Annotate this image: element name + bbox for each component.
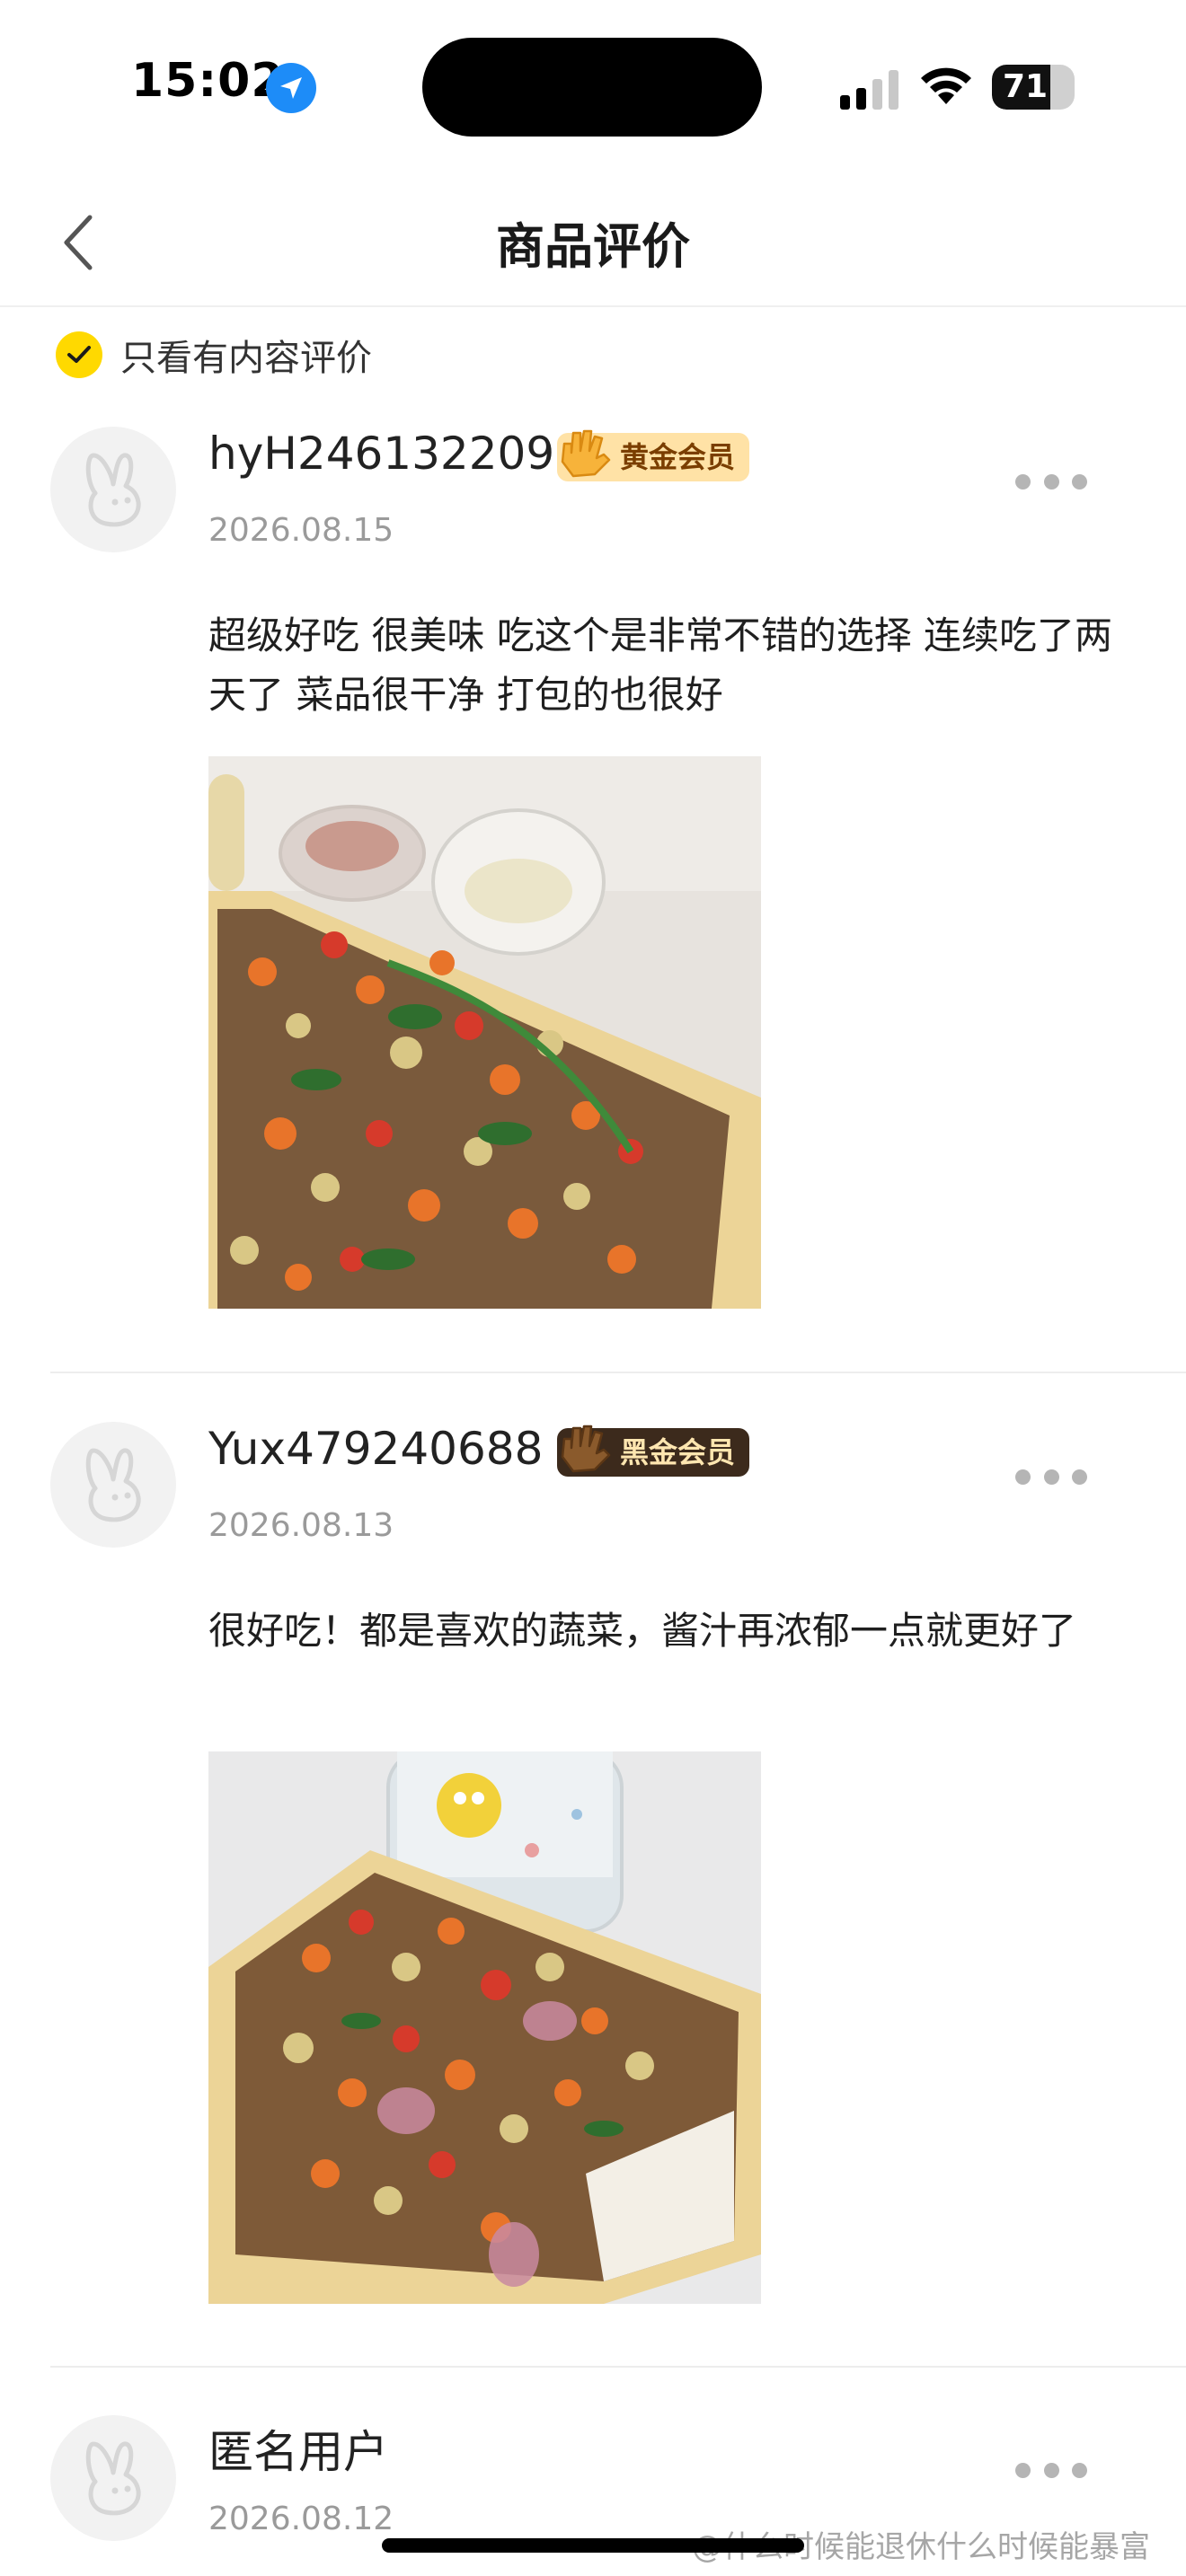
battery-icon: 71 (992, 65, 1075, 110)
status-time: 15:02 (131, 54, 285, 108)
review-photo[interactable] (208, 1751, 761, 2304)
review-date: 2026.08.15 (208, 512, 394, 549)
content-review-filter[interactable]: 只看有内容评价 (56, 328, 372, 382)
review-date: 2026.08.13 (208, 1507, 394, 1544)
nav-bar: 商品评价 (0, 171, 1186, 307)
review-date: 2026.08.12 (208, 2501, 394, 2537)
avatar[interactable] (50, 1422, 176, 1548)
battery-percent: 71 (1002, 68, 1049, 105)
dynamic-island (422, 38, 762, 137)
cellular-signal-icon (840, 70, 898, 110)
food-photo-image (208, 756, 761, 1309)
review-username[interactable]: 匿名用户 (208, 2416, 388, 2481)
rabbit-avatar-icon (85, 2441, 141, 2516)
home-indicator[interactable] (382, 2538, 804, 2553)
member-badge-black: 黑金会员 (557, 1425, 750, 1477)
hand-wave-icon (561, 429, 611, 478)
review-username[interactable]: Yux479240688 (208, 1423, 543, 1475)
page-title: 商品评价 (496, 218, 690, 275)
review-text: 超级好吃 很美味 吃这个是非常不错的选择 连续吃了两天了 菜品很干净 打包的也很… (208, 613, 1113, 717)
food-photo-image (208, 1751, 761, 2304)
filter-label: 只看有内容评价 (120, 338, 372, 379)
member-badge-gold: 黄金会员 (557, 429, 750, 481)
review-photo[interactable] (208, 756, 761, 1309)
check-circle-icon[interactable] (56, 331, 102, 378)
review-username[interactable]: hyH246132209 (208, 428, 554, 480)
avatar[interactable] (50, 2415, 176, 2541)
more-options-button[interactable] (1015, 463, 1087, 499)
review-text: 很好吃！都是喜欢的蔬菜，酱汁再浓郁一点就更好了 (208, 1609, 1077, 1653)
more-options-button[interactable] (1015, 2452, 1087, 2488)
rabbit-avatar-icon (85, 1448, 141, 1522)
wifi-icon (921, 67, 971, 104)
rabbit-avatar-icon (85, 453, 141, 527)
location-arrow-icon (266, 63, 316, 113)
status-bar: 15:02 71 (0, 0, 1186, 171)
hand-wave-icon (561, 1425, 611, 1473)
review-divider (50, 1372, 1186, 1373)
more-options-button[interactable] (1015, 1459, 1087, 1495)
review-divider (50, 2366, 1186, 2368)
avatar[interactable] (50, 427, 176, 552)
